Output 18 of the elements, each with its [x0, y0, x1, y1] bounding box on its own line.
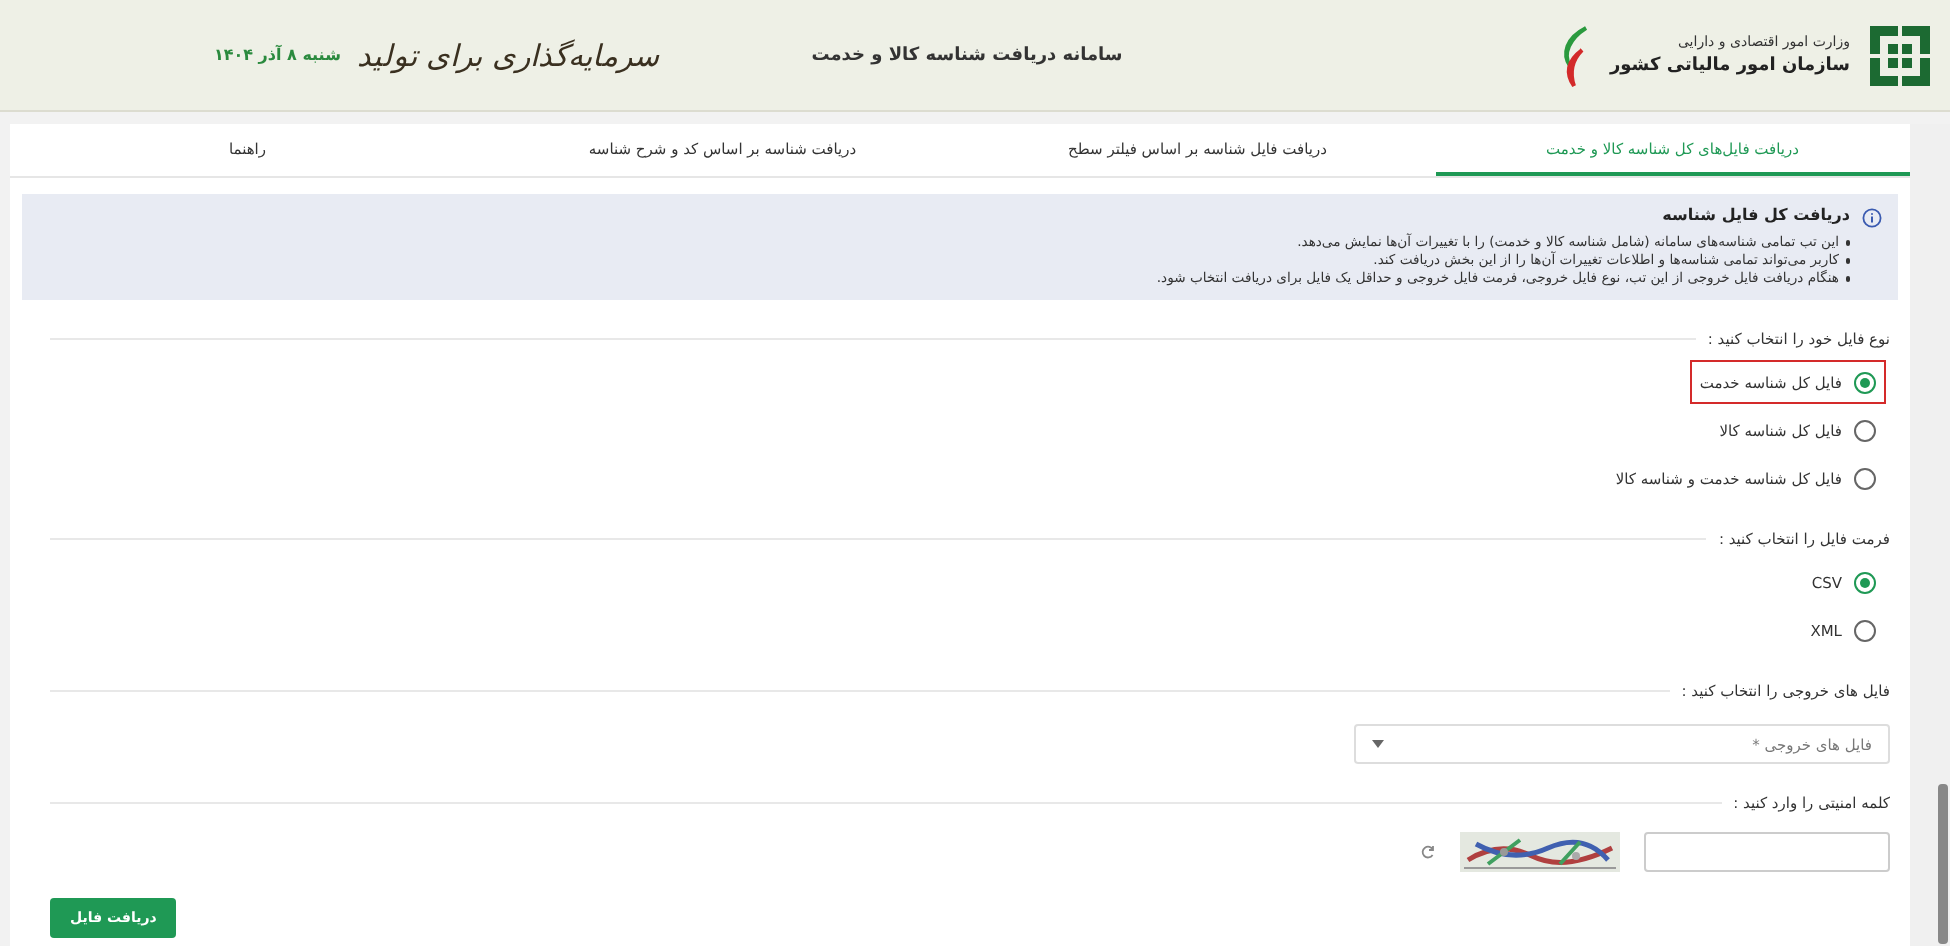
radio-button[interactable]: [1854, 619, 1876, 641]
bullet-icon: [1845, 276, 1850, 282]
site-title: سامانه دریافت شناسه کالا و خدمت: [809, 45, 1125, 65]
organization-name: سازمان امور مالیاتی کشور: [1609, 56, 1850, 76]
slogan: سرمایه‌گذاری برای تولید: [356, 37, 660, 73]
bullet-icon: [1845, 258, 1850, 264]
radio-button[interactable]: [1854, 419, 1876, 441]
radio-button[interactable]: [1854, 571, 1876, 593]
radio-button[interactable]: [1854, 467, 1876, 489]
radio-button[interactable]: [1854, 371, 1876, 393]
date-text: شنبه ۸ آذر ۱۴۰۴: [213, 46, 341, 64]
bullet-icon: [1845, 240, 1850, 246]
caret-icon: [1372, 740, 1384, 748]
info-icon: [1862, 208, 1882, 228]
captcha-input-field[interactable]: [1644, 832, 1890, 872]
info-title: دریافت کل فایل شناسه: [1660, 206, 1850, 224]
refresh-icon[interactable]: [1420, 844, 1436, 860]
emblem-icon: [1866, 21, 1934, 89]
